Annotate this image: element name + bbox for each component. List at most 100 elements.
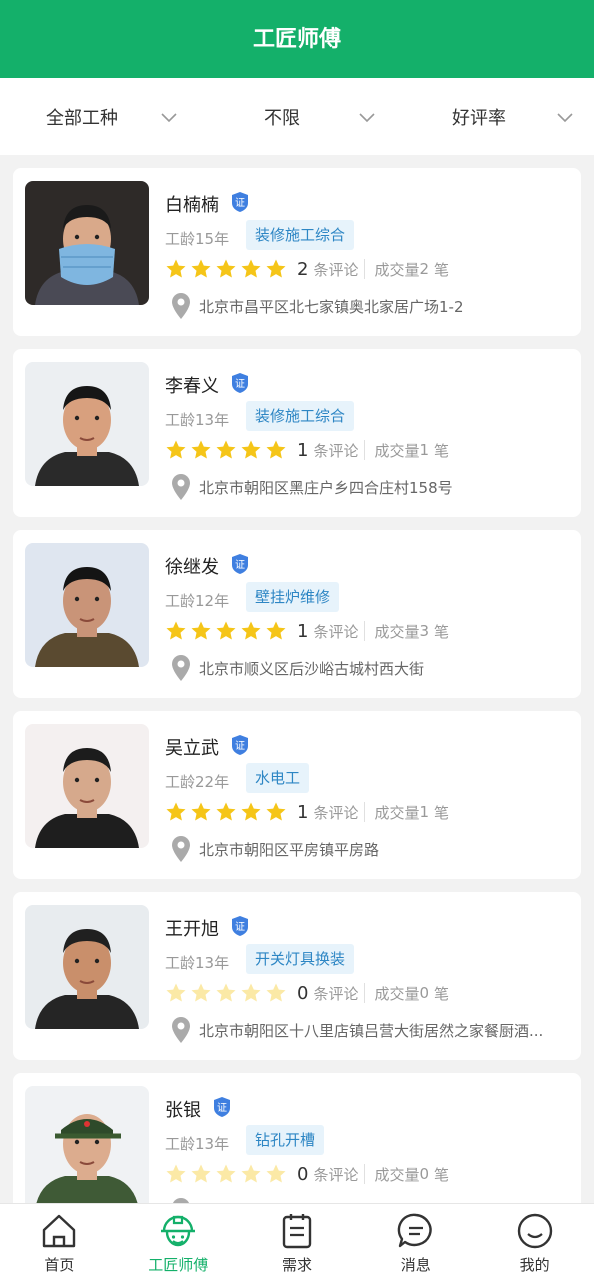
volume-unit: 笔	[434, 1165, 450, 1184]
trade-tag: 装修施工综合	[246, 220, 355, 250]
star-icon	[216, 1164, 236, 1183]
star-icon	[191, 983, 211, 1002]
worker-address: 北京市朝阳区十八里店镇吕营大街居然之家餐厨酒...	[171, 1016, 543, 1044]
worker-card[interactable]: 白楠楠 证 工龄15年 装修施工综合 2 条评论 成交量 2 笔 北京市昌平区北…	[13, 168, 581, 336]
worker-name: 徐继发	[165, 557, 219, 578]
review-count: 1	[297, 620, 309, 642]
rating-stars	[165, 801, 290, 823]
volume-unit: 笔	[434, 984, 450, 1003]
work-years: 工龄13年	[165, 1135, 230, 1153]
star-icon	[266, 621, 286, 640]
svg-text:证: 证	[235, 921, 245, 933]
avatar	[25, 543, 149, 667]
tab-messages[interactable]: 消息	[356, 1204, 475, 1281]
volume-unit: 笔	[434, 441, 450, 460]
rating-stars	[165, 982, 290, 1004]
star-icon	[266, 802, 286, 821]
volume-label: 成交量	[374, 622, 420, 641]
message-icon	[397, 1213, 432, 1248]
tab-workers[interactable]: 工匠师傅	[119, 1204, 238, 1281]
filter-sort[interactable]: 好评率	[396, 78, 594, 155]
smiley-icon	[517, 1213, 552, 1249]
worker-address: 北京市朝阳区黑庄户乡四合庄村158号	[171, 473, 453, 501]
star-icon	[191, 1164, 211, 1183]
star-icon	[241, 983, 261, 1002]
star-icon	[166, 983, 186, 1002]
star-icon	[241, 440, 261, 459]
tab-mine-label: 我的	[519, 1256, 550, 1274]
home-icon	[43, 1214, 76, 1248]
star-icon	[241, 621, 261, 640]
svg-text:证: 证	[235, 378, 245, 390]
svg-text:证: 证	[235, 740, 245, 752]
review-count: 1	[297, 439, 309, 461]
star-icon	[166, 259, 186, 278]
review-count-label: 条评论	[313, 803, 359, 822]
avatar	[25, 724, 149, 848]
star-icon	[241, 259, 261, 278]
filter-range[interactable]: 不限	[198, 78, 396, 155]
rating-stars	[165, 1163, 290, 1185]
review-count-label: 条评论	[313, 984, 359, 1003]
trade-tag: 装修施工综合	[246, 401, 355, 431]
star-icon	[266, 1164, 286, 1183]
tab-mine[interactable]: 我的	[475, 1204, 594, 1281]
review-count: 1	[297, 801, 309, 823]
work-years: 工龄22年	[165, 773, 230, 791]
rating-summary: 2 条评论 成交量 2 笔	[297, 257, 449, 281]
volume-unit: 笔	[434, 803, 450, 822]
star-icon	[216, 983, 236, 1002]
worker-card[interactable]: 李春义 证 工龄13年 装修施工综合 1 条评论 成交量 1 笔 北京市朝阳区黑…	[13, 349, 581, 517]
volume-unit: 笔	[434, 260, 450, 279]
tab-demand[interactable]: 需求	[238, 1204, 357, 1281]
volume-label: 成交量	[374, 984, 420, 1003]
worker-card[interactable]: 吴立武 证 工龄22年 水电工 1 条评论 成交量 1 笔 北京市朝阳区平房镇平…	[13, 711, 581, 879]
tab-workers-label: 工匠师傅	[148, 1256, 209, 1274]
avatar	[25, 181, 149, 305]
filter-bar: 全部工种 不限 好评率	[0, 78, 594, 155]
svg-text:证: 证	[235, 197, 245, 209]
filter-trade[interactable]: 全部工种	[0, 78, 198, 155]
star-icon	[191, 259, 211, 278]
worker-card[interactable]: 王开旭 证 工龄13年 开关灯具换装 0 条评论 成交量 0 笔 北京市朝阳区十…	[13, 892, 581, 1060]
worker-card[interactable]: 张银 证 工龄13年 钻孔开槽 0 条评论 成交量 0 笔 北京市朝阳区王四营镇…	[13, 1073, 581, 1203]
worker-name: 吴立武	[165, 738, 219, 759]
volume-label: 成交量	[374, 1165, 420, 1184]
work-years: 工龄12年	[165, 592, 230, 610]
star-icon	[166, 1164, 186, 1183]
location-pin-icon	[172, 655, 190, 681]
tab-home-label: 首页	[44, 1256, 75, 1274]
svg-text:证: 证	[217, 1102, 227, 1114]
worker-list: 白楠楠 证 工龄15年 装修施工综合 2 条评论 成交量 2 笔 北京市昌平区北…	[0, 155, 594, 1203]
certified-badge-icon: 证	[232, 373, 248, 393]
worker-name: 李春义	[165, 376, 219, 397]
worker-name: 张银	[165, 1100, 201, 1121]
worker-address: 北京市昌平区北七家镇奥北家居广场1-2	[171, 292, 464, 320]
volume-count: 1	[419, 441, 430, 459]
trade-tag: 水电工	[246, 763, 310, 793]
review-count: 0	[297, 982, 309, 1004]
divider	[364, 983, 366, 1003]
rating-summary: 1 条评论 成交量 1 笔	[297, 800, 449, 824]
address-text: 北京市昌平区北七家镇奥北家居广场1-2	[199, 297, 464, 316]
bottom-tab-bar: 首页 工匠师傅 需求 消息 我的	[0, 1203, 594, 1281]
trade-tag: 开关灯具换装	[246, 944, 355, 974]
volume-unit: 笔	[434, 622, 450, 641]
star-icon	[191, 440, 211, 459]
tab-demand-label: 需求	[281, 1256, 312, 1274]
tab-home[interactable]: 首页	[0, 1204, 119, 1281]
star-icon	[266, 983, 286, 1002]
divider	[364, 621, 366, 641]
review-count: 2	[297, 258, 309, 280]
star-icon	[266, 259, 286, 278]
worker-helmet-icon	[161, 1215, 196, 1247]
worker-address: 北京市朝阳区平房镇平房路	[171, 835, 379, 863]
star-icon	[216, 621, 236, 640]
star-icon	[191, 802, 211, 821]
star-icon	[166, 621, 186, 640]
volume-count: 1	[419, 803, 430, 821]
star-icon	[216, 802, 236, 821]
review-count-label: 条评论	[313, 441, 359, 460]
avatar	[25, 905, 149, 1029]
worker-card[interactable]: 徐继发 证 工龄12年 壁挂炉维修 1 条评论 成交量 3 笔 北京市顺义区后沙…	[13, 530, 581, 698]
